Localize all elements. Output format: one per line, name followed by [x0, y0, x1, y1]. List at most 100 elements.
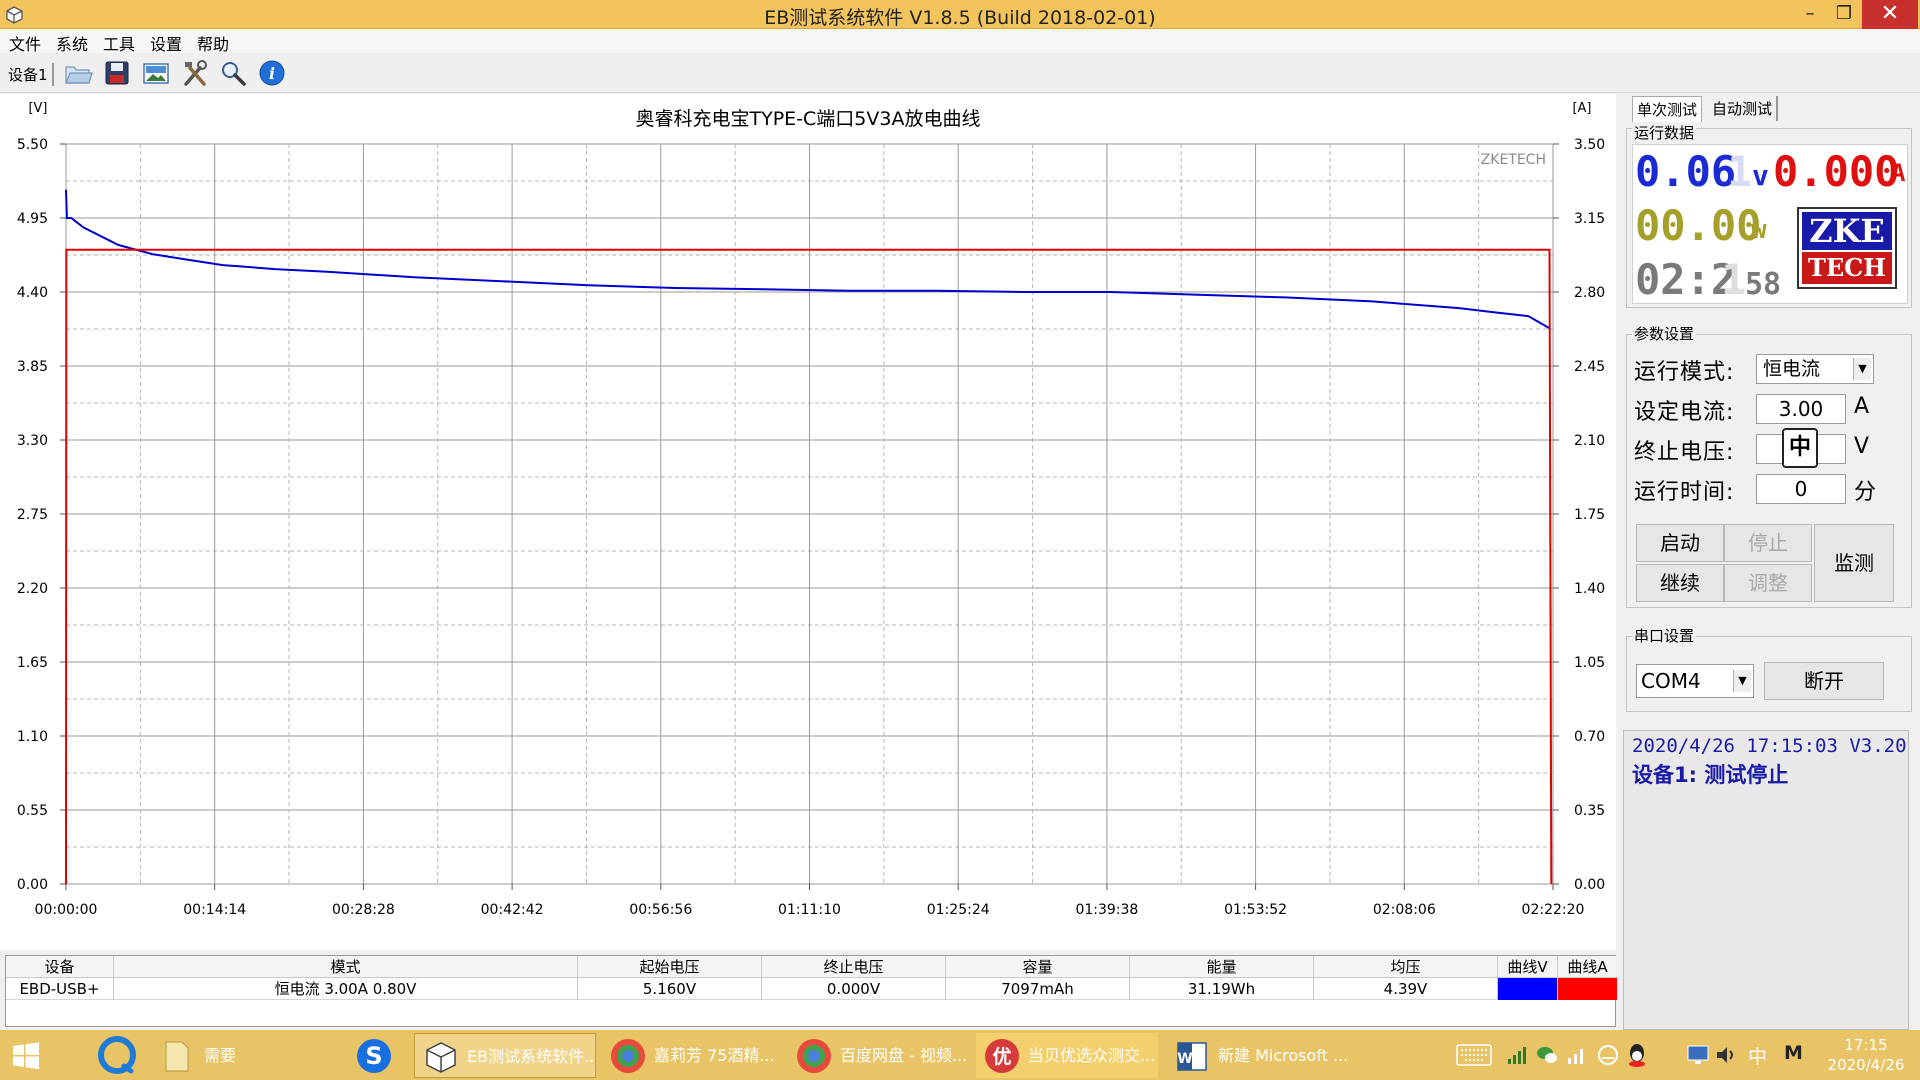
zoom-icon[interactable] — [218, 58, 248, 88]
table-row[interactable]: EBD-USB+ 恒电流 3.00A 0.80V 5.160V 0.000V 7… — [6, 978, 1617, 1000]
tab-auto-test[interactable]: 自动测试 — [1708, 96, 1779, 121]
menu-file[interactable]: 文件 — [9, 31, 41, 55]
curve-a-swatch[interactable] — [1558, 978, 1617, 1000]
left-axis-ticks: 5.50 4.95 4.40 3.85 3.30 2.75 2.20 1.65 1.10 0.55… — [17, 137, 66, 893]
table-header: 设备 模式 起始电压 终止电压 容量 能量 均压 曲线V 曲线A — [6, 956, 1617, 978]
left-axis-unit: [V] — [28, 101, 47, 116]
open-folder-icon[interactable] — [63, 58, 93, 88]
task-label: 百度网盘 - 视频... — [840, 1046, 968, 1065]
clock-time: 17:15 — [1844, 1036, 1888, 1054]
window-title: EB测试系统软件 V1.8.5 (Build 2018-02-01) — [764, 7, 1156, 29]
tools-icon[interactable] — [180, 58, 210, 88]
cell-capacity: 7097mAh — [946, 978, 1130, 1000]
right-axis-unit: [A] — [1572, 101, 1591, 116]
save-icon[interactable] — [102, 58, 132, 88]
left-tick-label: 1.65 — [17, 655, 48, 671]
zketech-logo: ZKE TECH — [1797, 207, 1897, 289]
task-youku[interactable]: 优 当贝优选众测交... — [976, 1033, 1158, 1078]
sogou-icon: S — [357, 1039, 391, 1073]
title-bar: EB测试系统软件 V1.8.5 (Build 2018-02-01) – ❐ ✕ — [0, 0, 1920, 29]
lcd-display: 0.06 1 v 0.000 A 00.00 w 02:2 1 58 ZKE T… — [1632, 144, 1908, 304]
chevron-down-icon[interactable]: ▼ — [1733, 670, 1751, 692]
cutoff-label: 终止电压: — [1634, 440, 1735, 465]
task-word[interactable]: W 新建 Microsoft ... — [1166, 1033, 1348, 1078]
x-tick-label: 00:42:42 — [481, 902, 544, 918]
task-sogou[interactable]: S — [352, 1033, 400, 1078]
image-icon[interactable] — [141, 58, 171, 88]
results-table: 设备 模式 起始电压 终止电压 容量 能量 均压 曲线V 曲线A EBD-USB… — [5, 955, 1617, 1027]
left-tick-label: 3.30 — [17, 433, 48, 449]
header-avg-voltage: 均压 — [1314, 956, 1498, 978]
adjust-button[interactable]: 调整 — [1724, 564, 1812, 602]
weather-icon[interactable] — [1596, 1043, 1620, 1067]
info-icon[interactable]: i — [257, 58, 287, 88]
ime-language[interactable]: 中 — [1748, 1042, 1767, 1069]
task-folder[interactable]: 需要 — [152, 1033, 334, 1078]
cell-mode: 恒电流 3.00A 0.80V — [114, 978, 578, 1000]
time-seconds: 58 — [1745, 267, 1782, 302]
menu-help[interactable]: 帮助 — [197, 31, 229, 55]
start-button[interactable]: 启动 — [1636, 524, 1724, 562]
svg-text:S: S — [365, 1042, 382, 1070]
menu-bar: 文件 系统 工具 设置 帮助 — [0, 29, 1920, 55]
port-select-value: COM4 — [1641, 669, 1701, 693]
header-curve-v: 曲线V — [1498, 956, 1558, 978]
keyboard-icon[interactable] — [1456, 1042, 1492, 1068]
current-set-label: 设定电流: — [1634, 400, 1735, 425]
windows-start-icon[interactable] — [12, 1042, 40, 1070]
right-axis-ticks: 3.50 3.15 2.80 2.45 2.10 1.75 1.40 1.05 0.70 0.35… — [1553, 137, 1605, 893]
network-icon[interactable] — [1506, 1044, 1528, 1066]
mode-select[interactable]: 恒电流 ▼ — [1756, 354, 1874, 384]
curve-v-swatch[interactable] — [1498, 978, 1558, 1000]
close-button[interactable]: ✕ — [1862, 0, 1918, 29]
signal-icon[interactable] — [1566, 1044, 1588, 1066]
device-tab[interactable]: 设备1 — [4, 63, 54, 86]
serial-label: 串口设置 — [1632, 625, 1697, 646]
logo-top: ZKE — [1802, 212, 1892, 250]
monitor-button[interactable]: 监测 — [1814, 524, 1894, 602]
tray-clock[interactable]: 17:15 2020/4/26 — [1820, 1035, 1912, 1075]
continue-button[interactable]: 继续 — [1636, 564, 1724, 602]
wechat-icon[interactable] — [1536, 1044, 1558, 1066]
tab-single-test[interactable]: 单次测试 — [1632, 96, 1703, 122]
restore-button[interactable]: ❐ — [1822, 0, 1866, 29]
svg-text:优: 优 — [992, 1045, 1011, 1068]
browser-icon[interactable] — [98, 1036, 136, 1074]
task-eb-app[interactable]: EB测试系统软件... — [414, 1033, 596, 1078]
chevron-down-icon[interactable]: ▼ — [1853, 358, 1871, 380]
header-device: 设备 — [6, 956, 114, 978]
menu-tools[interactable]: 工具 — [103, 31, 135, 55]
x-tick-label: 01:39:38 — [1075, 902, 1138, 918]
disconnect-button[interactable]: 断开 — [1764, 662, 1884, 700]
right-tick-label: 2.80 — [1574, 285, 1605, 301]
menu-system[interactable]: 系统 — [56, 31, 88, 55]
stop-button[interactable]: 停止 — [1724, 524, 1812, 562]
x-tick-label: 00:00:00 — [35, 902, 98, 918]
display-icon[interactable] — [1686, 1044, 1710, 1066]
x-tick-label: 02:22:20 — [1522, 902, 1585, 918]
menu-settings[interactable]: 设置 — [150, 31, 182, 55]
ime-mode[interactable]: M — [1784, 1042, 1803, 1064]
x-tick-label: 00:56:56 — [629, 902, 692, 918]
port-select[interactable]: COM4 ▼ — [1636, 664, 1754, 698]
runtime-input[interactable]: 0 — [1756, 474, 1846, 504]
chart-area: 5.50 4.95 4.40 3.85 3.30 2.75 2.20 1.65 1.10 0.55… — [0, 94, 1616, 950]
task-browser-2[interactable]: 百度网盘 - 视频... — [788, 1033, 970, 1078]
word-icon: W — [1177, 1042, 1207, 1071]
taskbar: 需要 S EB测试系统软件... 嘉莉芳 75酒精... 百度网盘 - 视频..… — [0, 1030, 1920, 1080]
ime-indicator: 中 — [1782, 428, 1818, 468]
status-timestamp: 2020/4/26 17:15:03 V3.20 — [1632, 735, 1907, 757]
task-label: 新建 Microsoft ... — [1218, 1046, 1348, 1065]
mode-label: 运行模式: — [1634, 360, 1735, 385]
task-browser-1[interactable]: 嘉莉芳 75酒精... — [602, 1033, 784, 1078]
voltage-unit: v — [1752, 159, 1769, 192]
power-unit: w — [1751, 215, 1767, 245]
chart-watermark: ZKETECH — [1481, 152, 1546, 168]
header-start-voltage: 起始电压 — [578, 956, 762, 978]
qq-icon[interactable] — [1626, 1042, 1648, 1068]
discharge-chart: 5.50 4.95 4.40 3.85 3.30 2.75 2.20 1.65 1.10 0.55… — [17, 101, 1605, 918]
right-tick-label: 0.00 — [1574, 877, 1605, 893]
header-mode: 模式 — [114, 956, 578, 978]
volume-icon[interactable] — [1714, 1043, 1738, 1067]
current-set-input[interactable]: 3.00 — [1756, 394, 1846, 424]
